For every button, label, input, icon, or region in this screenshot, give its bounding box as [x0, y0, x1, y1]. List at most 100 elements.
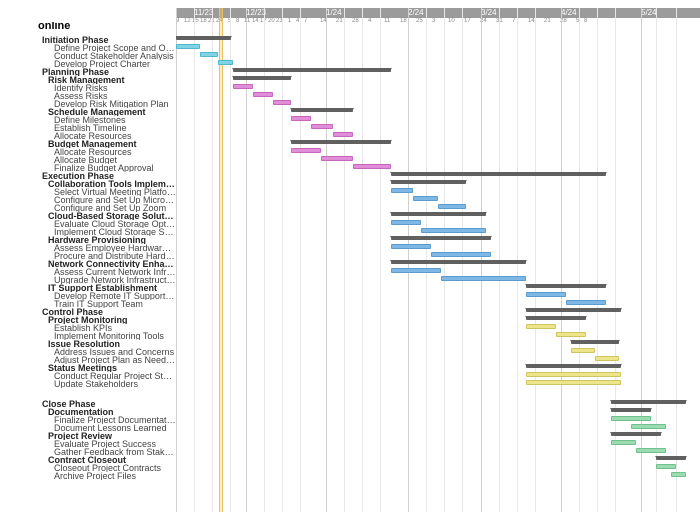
summary-bar[interactable] [176, 36, 231, 40]
task-bar[interactable] [431, 252, 491, 257]
summary-bar[interactable] [391, 180, 466, 184]
task-row[interactable]: Develop Project Charter [54, 60, 176, 68]
task-row[interactable]: Establish Timeline [54, 124, 176, 132]
phase-row[interactable]: Initiation Phase [42, 36, 176, 44]
task-bar[interactable] [391, 220, 421, 225]
task-row[interactable]: Conduct Stakeholder Analysis [54, 52, 176, 60]
task-bar[interactable] [441, 276, 526, 281]
task-bar[interactable] [611, 440, 636, 445]
summary-bar[interactable] [571, 340, 619, 344]
task-row[interactable]: Allocate Budget [54, 156, 176, 164]
task-bar[interactable] [273, 100, 291, 105]
task-row[interactable]: Finalize Project Documentation [54, 416, 176, 424]
summary-bar[interactable] [611, 408, 651, 412]
task-bar[interactable] [421, 228, 486, 233]
summary-bar[interactable] [391, 236, 491, 240]
summary-bar[interactable] [291, 108, 353, 112]
summary-bar[interactable] [391, 172, 606, 176]
task-bar[interactable] [176, 44, 200, 49]
task-row[interactable]: Evaluate Cloud Storage Options [54, 220, 176, 228]
summary-bar[interactable] [611, 432, 661, 436]
task-row[interactable]: Closeout Project Contracts [54, 464, 176, 472]
group-row[interactable]: Hardware Provisioning [48, 236, 176, 244]
task-bar[interactable] [413, 196, 438, 201]
phase-row[interactable]: Execution Phase [42, 172, 176, 180]
task-row[interactable]: Document Lessons Learned [54, 424, 176, 432]
summary-bar[interactable] [611, 400, 686, 404]
task-row[interactable]: Select Virtual Meeting Platforms [54, 188, 176, 196]
group-row[interactable]: Collaboration Tools Implementat... [48, 180, 176, 188]
task-bar[interactable] [391, 244, 431, 249]
task-row[interactable]: Adjust Project Plan as Needed [54, 356, 176, 364]
task-row[interactable]: Assess Risks [54, 92, 176, 100]
summary-bar[interactable] [526, 308, 621, 312]
task-row[interactable]: Configure and Set Up Zoom [54, 204, 176, 212]
group-row[interactable]: Budget Management [48, 140, 176, 148]
group-row[interactable]: IT Support Establishment [48, 284, 176, 292]
phase-row[interactable]: Close Phase [42, 400, 176, 408]
task-row[interactable]: Finalize Budget Approval [54, 164, 176, 172]
task-row[interactable]: Allocate Resources [54, 148, 176, 156]
summary-bar[interactable] [291, 140, 391, 144]
task-row[interactable]: Gather Feedback from Stakeholders [54, 448, 176, 456]
task-row[interactable]: Address Issues and Concerns [54, 348, 176, 356]
task-bar[interactable] [311, 124, 333, 129]
task-bar[interactable] [671, 472, 686, 477]
task-bar[interactable] [556, 332, 586, 337]
summary-bar[interactable] [391, 260, 526, 264]
task-row[interactable]: Define Project Scope and Objectives [54, 44, 176, 52]
task-bar[interactable] [200, 52, 218, 57]
task-bar[interactable] [391, 188, 413, 193]
task-bar[interactable] [526, 292, 566, 297]
gantt-chart-area[interactable]: 11/2312/231/242/243/244/245/24 912151821… [176, 0, 700, 512]
group-row[interactable]: Cloud-Based Storage Solutions [48, 212, 176, 220]
task-row[interactable]: Update Stakeholders [54, 380, 176, 388]
task-row[interactable]: Establish KPIs [54, 324, 176, 332]
task-bar[interactable] [595, 356, 619, 361]
task-bar[interactable] [353, 164, 391, 169]
task-row[interactable]: Develop Risk Mitigation Plan [54, 100, 176, 108]
summary-bar[interactable] [526, 316, 586, 320]
summary-bar[interactable] [656, 456, 686, 460]
task-row[interactable]: Define Milestones [54, 116, 176, 124]
task-row[interactable]: Develop Remote IT Support Proced... [54, 292, 176, 300]
task-bar[interactable] [526, 324, 556, 329]
task-row[interactable]: Train IT Support Team [54, 300, 176, 308]
group-row[interactable]: Project Review [48, 432, 176, 440]
task-bar[interactable] [656, 464, 676, 469]
group-row[interactable]: Project Monitoring [48, 316, 176, 324]
phase-row[interactable]: Control Phase [42, 308, 176, 316]
task-row[interactable]: Assess Employee Hardware Needs [54, 244, 176, 252]
task-row[interactable]: Assess Current Network Infrastruct... [54, 268, 176, 276]
group-row[interactable]: Documentation [48, 408, 176, 416]
task-bar[interactable] [391, 268, 441, 273]
task-row[interactable]: Conduct Regular Project Status Me... [54, 372, 176, 380]
task-bar[interactable] [233, 84, 253, 89]
group-row[interactable]: Network Connectivity Enhanceme... [48, 260, 176, 268]
task-row[interactable]: Configure and Set Up Microsoft Tea... [54, 196, 176, 204]
task-bar[interactable] [611, 416, 651, 421]
task-bar[interactable] [218, 60, 233, 65]
summary-bar[interactable] [233, 76, 291, 80]
summary-bar[interactable] [526, 364, 621, 368]
phase-row[interactable]: Planning Phase [42, 68, 176, 76]
task-row[interactable]: Archive Project Files [54, 472, 176, 480]
task-bar[interactable] [291, 116, 311, 121]
task-row[interactable]: Upgrade Network Infrastructure [54, 276, 176, 284]
summary-bar[interactable] [233, 68, 391, 72]
task-row[interactable]: Identify Risks [54, 84, 176, 92]
task-bar[interactable] [526, 372, 621, 377]
task-bar[interactable] [571, 348, 595, 353]
task-row[interactable]: Evaluate Project Success [54, 440, 176, 448]
group-row[interactable]: Status Meetings [48, 364, 176, 372]
task-bar[interactable] [631, 424, 666, 429]
task-bar[interactable] [291, 148, 321, 153]
task-row[interactable]: Implement Cloud Storage Solution [54, 228, 176, 236]
task-bar[interactable] [333, 132, 353, 137]
task-bar[interactable] [526, 380, 621, 385]
task-bar[interactable] [438, 204, 466, 209]
task-row[interactable]: Procure and Distribute Hardware [54, 252, 176, 260]
task-bar[interactable] [253, 92, 273, 97]
group-row[interactable]: Contract Closeout [48, 456, 176, 464]
group-row[interactable]: Issue Resolution [48, 340, 176, 348]
